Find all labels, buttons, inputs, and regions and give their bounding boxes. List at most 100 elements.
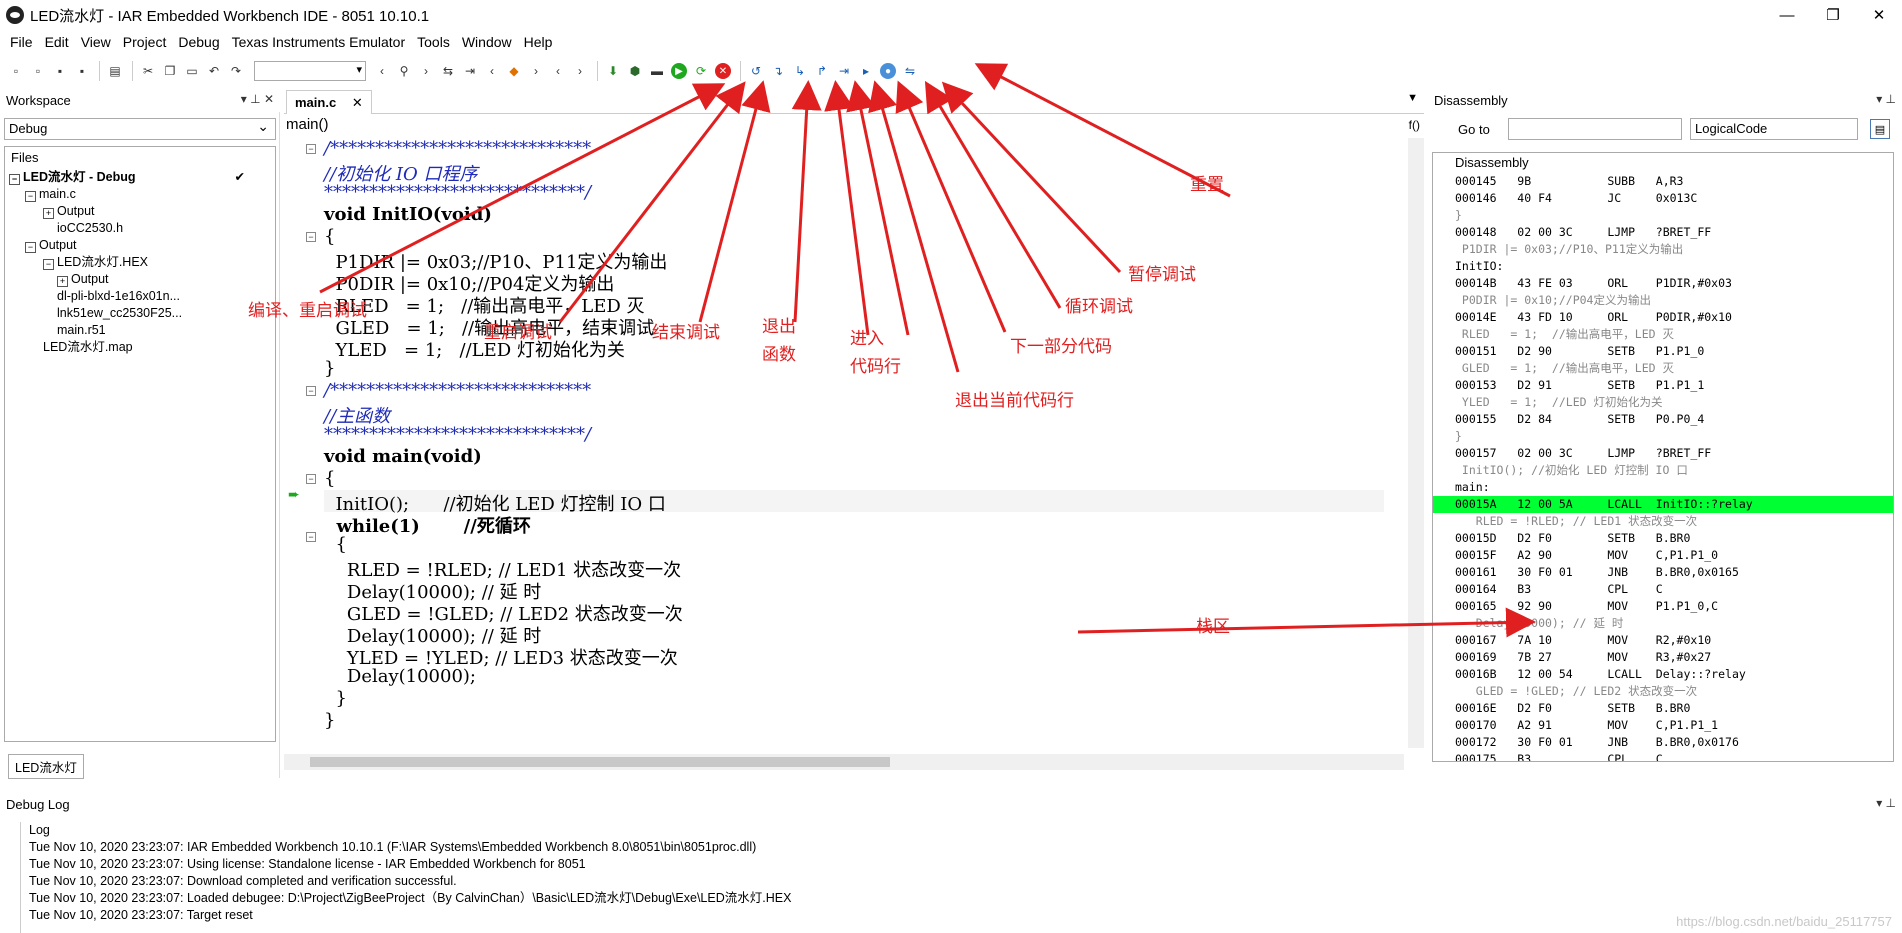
workspace-tab[interactable]: LED流水灯 [8,754,84,779]
maximize-button[interactable]: ❐ [1810,0,1856,30]
log-entry: Tue Nov 10, 2020 23:23:07: Using license… [29,857,586,871]
find-icon[interactable]: ⚲ [394,61,414,81]
step-into-icon[interactable]: ↳ [790,61,810,81]
code-line: //初始化 IO 口程序 [324,164,478,185]
goto-label: Go to [1458,122,1490,137]
list-item: 000155 D2 84 SETB P0.P0_4 [1455,412,1705,426]
menu-debug[interactable]: Debug [172,34,225,50]
menu-file[interactable]: File [4,34,39,50]
collapse-icon[interactable]: − [43,259,54,270]
list-item: InitIO: [1455,259,1504,273]
current-code-line: InitIO(); //初始化 LED 灯控制 IO 口 [324,490,1384,515]
tree-item-hex[interactable]: − LED流水灯.HEX [5,254,275,271]
tab-dropdown-icon[interactable]: ▼ [1407,92,1418,104]
print-icon[interactable]: ▤ [105,61,125,81]
next-icon[interactable]: › [526,61,546,81]
menu-project[interactable]: Project [117,34,173,50]
redo-icon[interactable]: ↷ [226,61,246,81]
cut-icon[interactable]: ✂ [138,61,158,81]
menu-ti-emulator[interactable]: Texas Instruments Emulator [226,34,412,50]
menu-help[interactable]: Help [518,34,559,50]
code-area[interactable]: − − − − − ➨ /***************************… [284,138,1404,748]
compile-icon[interactable]: ⬇ [603,61,623,81]
goto-input[interactable] [1508,118,1682,140]
save-all-icon[interactable]: ▪ [72,61,92,81]
tree-item-output-folder[interactable]: − Output [5,237,275,254]
fold-icon[interactable]: − [306,532,316,542]
list-item: 000170 A2 91 MOV C,P1.P1_1 [1455,718,1719,732]
bookmark-icon[interactable]: ◆ [504,61,524,81]
function-navigator[interactable]: main() [286,116,329,133]
menu-tools[interactable]: Tools [411,34,456,50]
memory-icon[interactable]: ▤ [1870,119,1890,139]
restart-debug-icon[interactable]: ⟳ [691,61,711,81]
fold-icon[interactable]: − [306,474,316,484]
new-file-icon[interactable]: ▫ [28,61,48,81]
tree-item-main-c[interactable]: − main.c [5,186,275,203]
menu-window[interactable]: Window [456,34,518,50]
tree-item-dl-file[interactable]: dl-pli-blxd-1e16x01n... [5,288,275,305]
run-to-cursor-icon[interactable]: ▸ [856,61,876,81]
new-workspace-icon[interactable]: ▫ [6,61,26,81]
collapse-icon[interactable]: − [25,191,36,202]
tree-item-map[interactable]: LED流水灯.map [5,339,275,356]
tab-main-c[interactable]: main.c ✕ [286,90,372,114]
minimize-button[interactable]: — [1764,0,1810,30]
code-mode-select[interactable]: LogicalCode [1690,118,1858,140]
go-icon[interactable]: ● [878,61,898,81]
collapse-icon[interactable]: − [25,242,36,253]
step-out-icon[interactable]: ↱ [812,61,832,81]
annotation-stop-debug: 结束调试 [652,323,720,343]
log-list[interactable]: Log Tue Nov 10, 2020 23:23:07: IAR Embed… [20,822,1896,933]
fold-icon[interactable]: − [306,232,316,242]
pin-icon[interactable]: ▾ ⊥ [1876,796,1896,810]
menu-view[interactable]: View [75,34,117,50]
tree-item-output-sub[interactable]: + Output [5,271,275,288]
close-tab-icon[interactable]: ✕ [352,95,363,110]
list-item: 000165 92 90 MOV P1.P1_0,C [1455,599,1719,613]
copy-icon[interactable]: ❐ [160,61,180,81]
pin-icon[interactable]: ▾ ⊥ [1876,92,1896,106]
annotation-compile-restart: 编译、重启调试 [248,301,367,321]
forward-icon[interactable]: › [416,61,436,81]
tree-item-iocc2530[interactable]: ioCC2530.h [5,220,275,237]
step-over-icon[interactable]: ↴ [768,61,788,81]
save-icon[interactable]: ▪ [50,61,70,81]
close-button[interactable]: ✕ [1856,0,1902,30]
code-line: /***************************** [324,380,592,401]
collapse-icon[interactable]: − [9,174,20,185]
find-combo[interactable] [254,61,366,81]
prev-icon[interactable]: ‹ [482,61,502,81]
tree-item-lnk-file[interactable]: lnk51ew_cc2530F25... [5,305,275,322]
fold-icon[interactable]: − [306,386,316,396]
paste-icon[interactable]: ▭ [182,61,202,81]
expand-icon[interactable]: + [57,276,68,287]
next-statement-icon[interactable]: ⇥ [834,61,854,81]
make-icon[interactable]: ⬢ [625,61,645,81]
goto-icon[interactable]: ⇥ [460,61,480,81]
editor-vertical-scrollbar[interactable] [1408,138,1424,748]
fold-icon[interactable]: − [306,144,316,154]
tree-item-main-r51[interactable]: main.r51 [5,322,275,339]
title-bar: LED流水灯 - IAR Embedded Workbench IDE - 80… [0,0,1902,30]
reset-icon[interactable]: ↺ [746,61,766,81]
configuration-select[interactable]: Debug [4,116,276,140]
tree-item-output[interactable]: + Output [5,203,275,220]
editor-horizontal-scrollbar[interactable] [284,754,1404,770]
function-icon[interactable]: f() [1409,118,1420,132]
breakpoint-icon[interactable]: ▬ [647,61,667,81]
download-debug-icon[interactable]: ▶ [669,61,689,81]
nav-forward-icon[interactable]: › [570,61,590,81]
break-icon[interactable]: ⇋ [900,61,920,81]
scroll-thumb[interactable] [310,757,890,767]
menu-edit[interactable]: Edit [39,34,75,50]
nav-back-icon[interactable]: ‹ [548,61,568,81]
stop-debug-icon[interactable]: ✕ [713,61,733,81]
back-icon[interactable]: ‹ [372,61,392,81]
disassembly-list[interactable]: Disassembly 000145 9B SUBB A,R3 000146 4… [1432,152,1894,762]
pin-icon[interactable]: ▾ ⊥ ✕ [241,92,274,106]
expand-icon[interactable]: + [43,208,54,219]
undo-icon[interactable]: ↶ [204,61,224,81]
tree-item-project[interactable]: − LED流水灯 - Debug ✔ [5,169,275,186]
replace-icon[interactable]: ⇆ [438,61,458,81]
